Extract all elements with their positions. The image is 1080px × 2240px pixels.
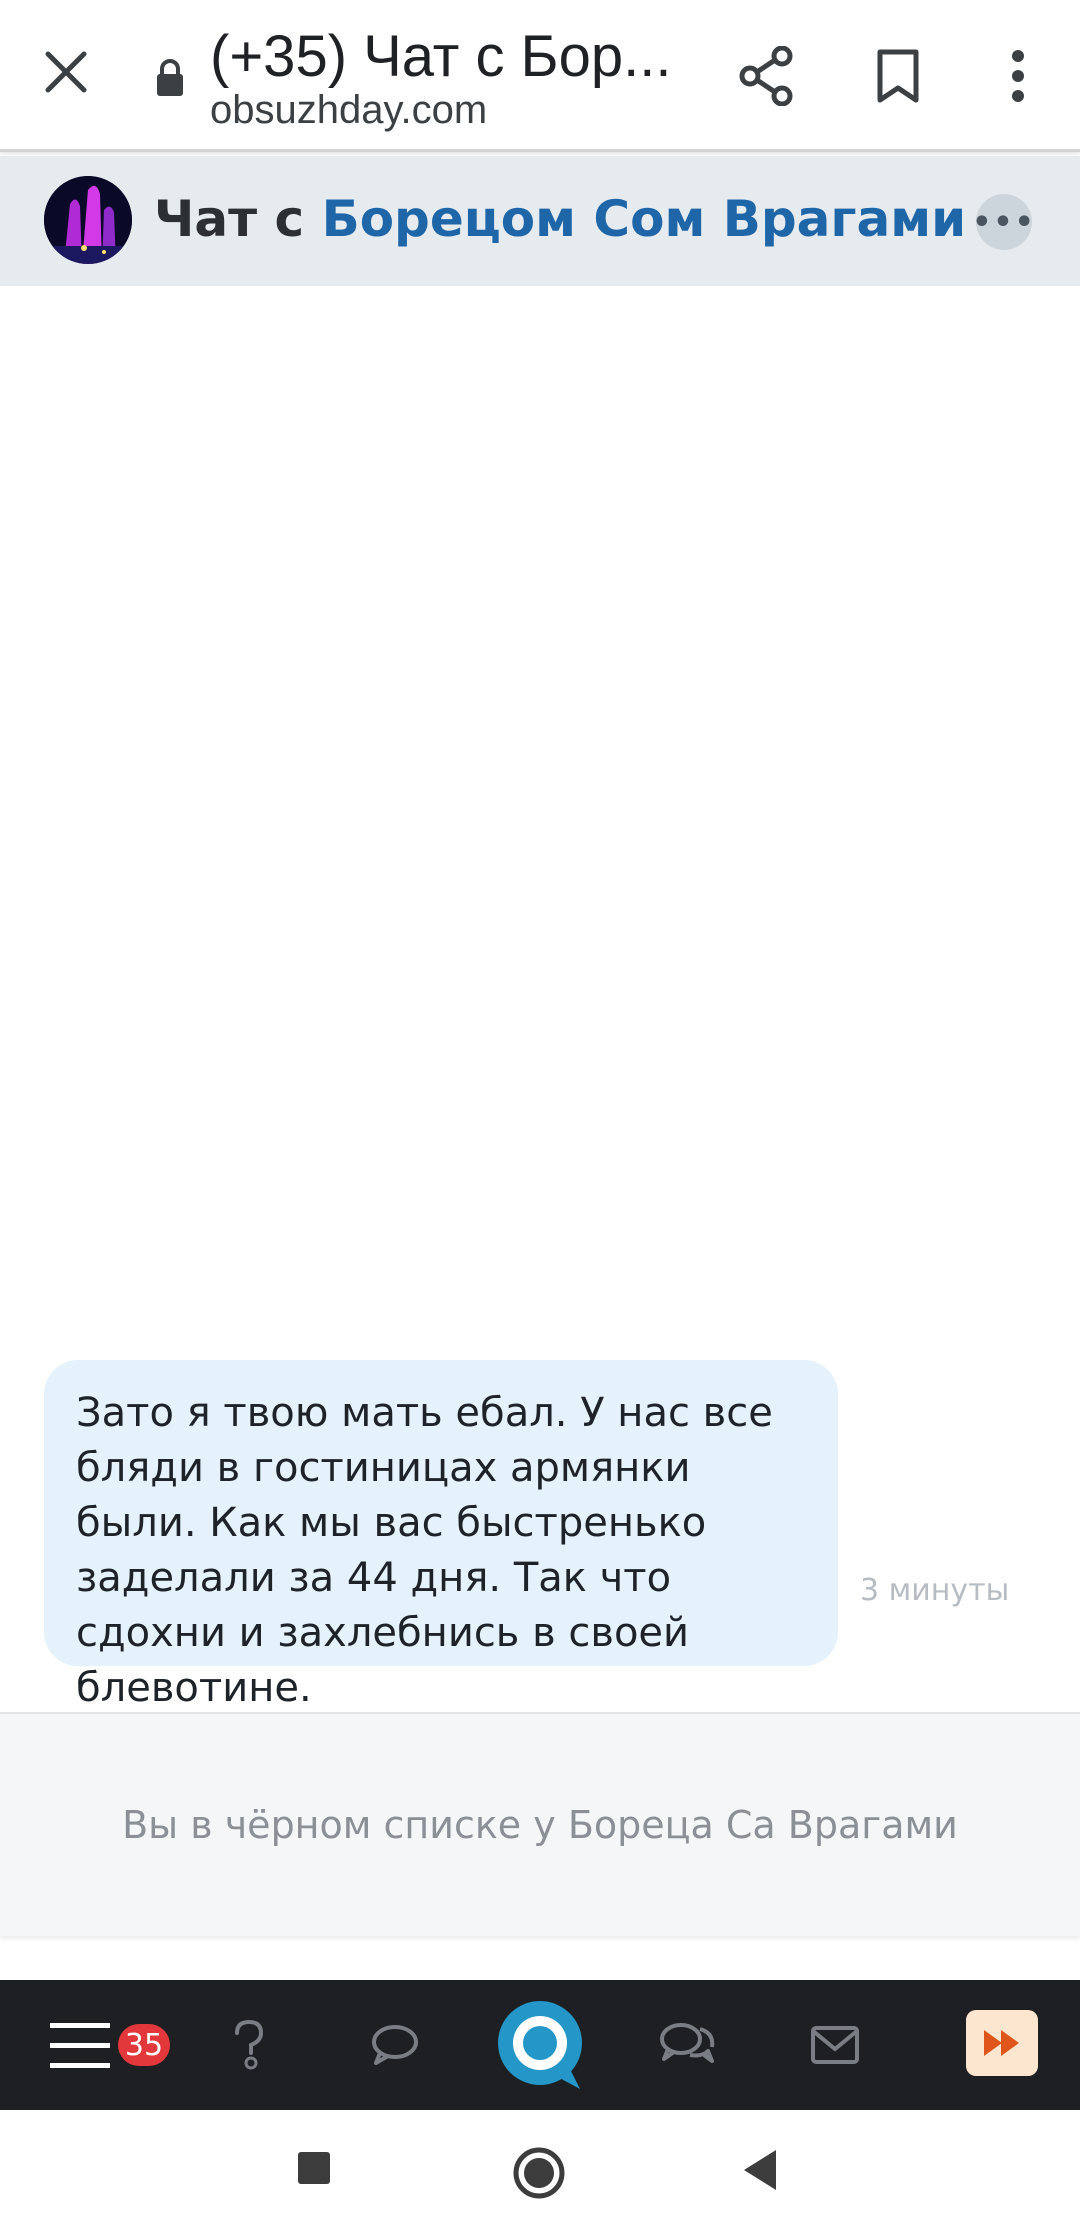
chats-icon	[660, 2023, 715, 2063]
message-bubble[interactable]: Зато я твою мать ебал. У нас все бляди в…	[44, 1360, 838, 1711]
share-button[interactable]	[730, 40, 802, 112]
avatar[interactable]	[44, 176, 132, 264]
chat-title-prefix: Чат с	[154, 190, 322, 248]
logo-icon	[498, 2001, 582, 2089]
chats-button[interactable]	[650, 1980, 724, 2110]
more-vert-icon	[1012, 50, 1024, 102]
menu-button[interactable]	[40, 1980, 120, 2110]
site-bottom-nav: 35	[0, 1980, 1080, 2110]
avatar-image	[44, 176, 132, 264]
chat-header: Чат с Борецом Сом Врагами •••	[0, 156, 1080, 286]
mail-button[interactable]	[800, 1980, 870, 2110]
comments-button[interactable]	[360, 1980, 430, 2110]
blocked-notice-text: Вы в чёрном списке у Бореца Са Врагами	[122, 1803, 958, 1847]
chat-options-button[interactable]: •••	[972, 194, 1034, 250]
more-options-button[interactable]	[982, 40, 1054, 112]
blocked-notice: Вы в чёрном списке у Бореца Са Врагами	[0, 1712, 1080, 1936]
close-button[interactable]	[30, 36, 102, 108]
home-icon	[513, 2147, 565, 2199]
system-nav-bar	[0, 2110, 1080, 2240]
chat-partner-name[interactable]: Борецом Сом Врагами	[322, 190, 967, 248]
close-icon	[45, 51, 87, 93]
bookmark-icon	[877, 49, 919, 103]
page-domain[interactable]: obsuzhday.com	[210, 86, 487, 134]
home-button[interactable]	[512, 2146, 568, 2202]
bookmark-button[interactable]	[862, 40, 934, 112]
lock-icon	[157, 59, 183, 96]
menu-icon	[50, 2023, 110, 2068]
comment-icon	[372, 2025, 418, 2065]
share-icon	[739, 46, 793, 106]
mail-icon	[811, 2026, 859, 2064]
browser-toolbar: (+35) Чат с Бор... obsuzhday.com	[0, 0, 1080, 152]
fast-forward-button[interactable]	[966, 2010, 1038, 2076]
fast-forward-icon	[984, 2030, 1019, 2056]
notification-badge: 35	[118, 2024, 170, 2066]
recents-icon	[298, 2152, 330, 2184]
back-icon	[744, 2150, 776, 2190]
questions-button[interactable]	[214, 1980, 284, 2110]
question-icon	[235, 2019, 264, 2070]
message-list[interactable]: Зато я твою мать ебал. У нас все бляди в…	[0, 286, 1080, 1712]
logo-button[interactable]	[494, 1980, 586, 2110]
page-title[interactable]: (+35) Чат с Бор...	[210, 22, 690, 92]
message-time: 3 минуты	[860, 1573, 1010, 1608]
back-button[interactable]	[740, 2148, 784, 2196]
recents-button[interactable]	[296, 2150, 336, 2190]
chat-title: Чат с Борецом Сом Врагами	[154, 184, 966, 254]
